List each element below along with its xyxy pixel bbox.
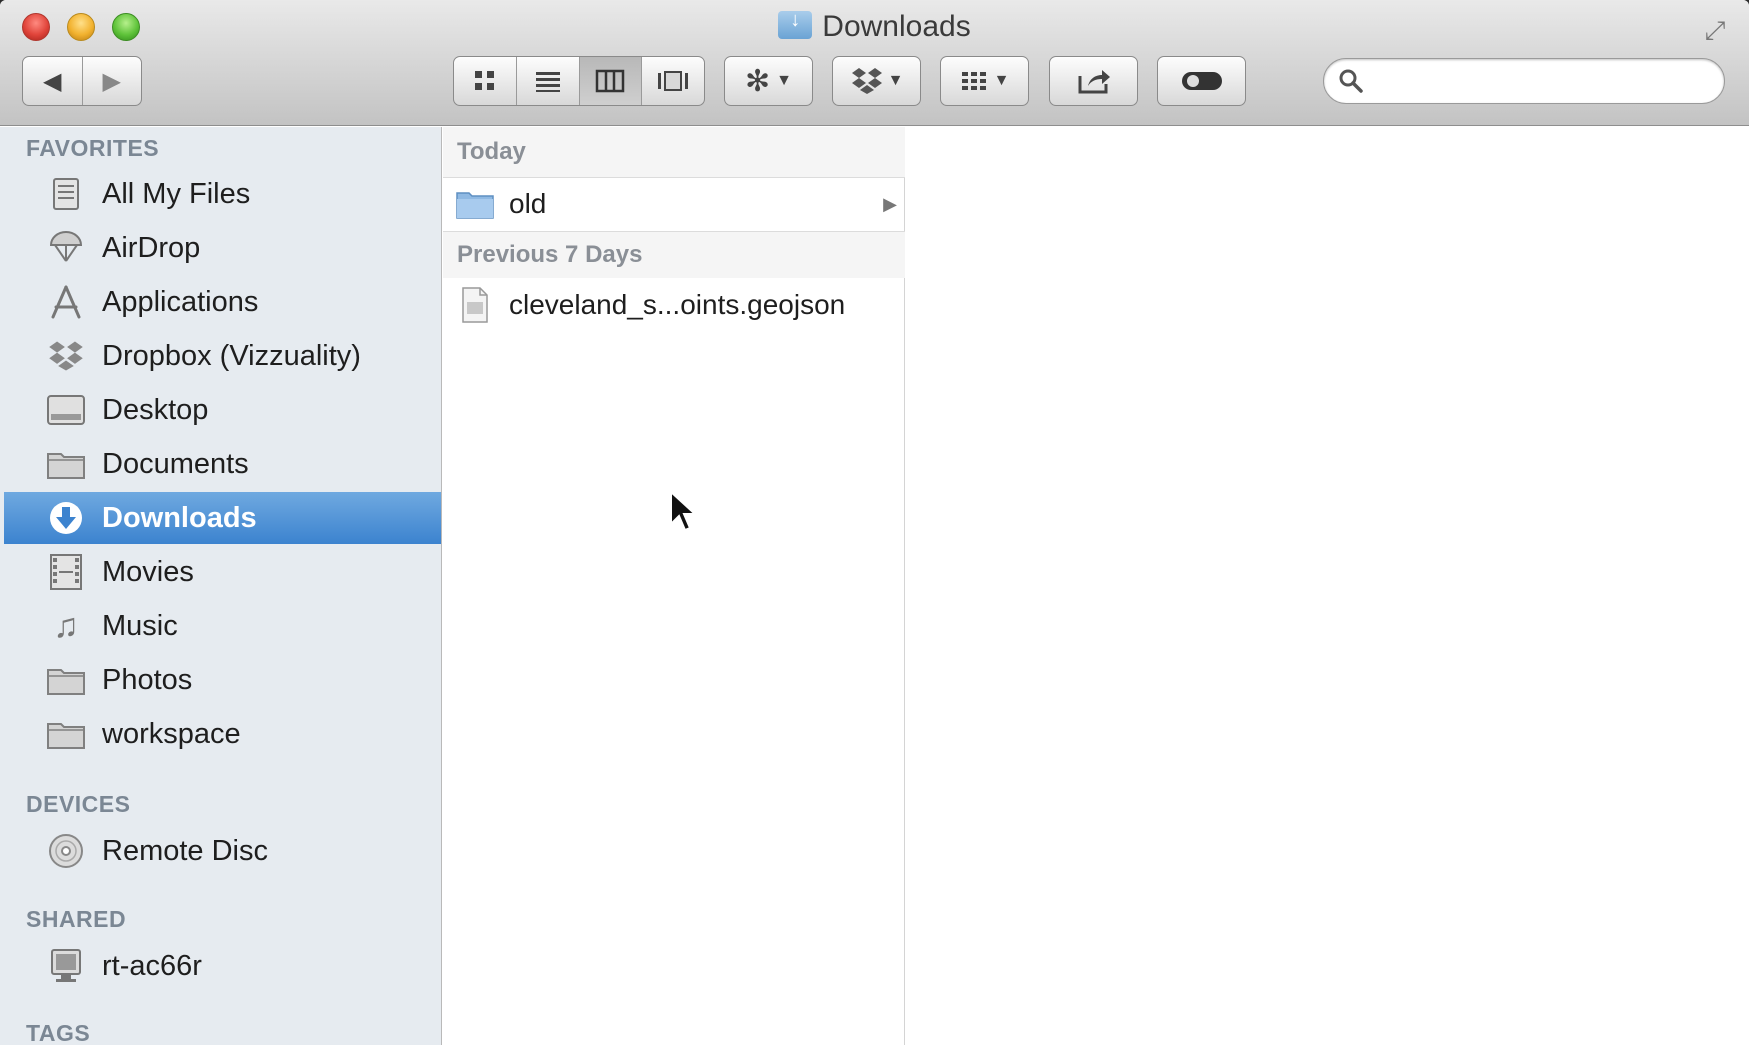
cover-flow-button[interactable]	[642, 57, 704, 105]
icon-view-button[interactable]	[454, 57, 517, 105]
sidebar-item-documents[interactable]: Documents	[4, 438, 441, 490]
arrange-menu-button[interactable]: ▼	[940, 56, 1029, 106]
folder-row-old[interactable]: old ▶	[443, 178, 905, 230]
remote-disc-icon	[44, 829, 88, 873]
sidebar-item-label: workspace	[102, 717, 241, 750]
view-mode-control	[453, 56, 705, 106]
mouse-cursor-icon	[670, 490, 698, 532]
sidebar: FAVORITES All My Files AirDrop Applicati…	[0, 127, 442, 1045]
group-header-today: Today	[443, 127, 905, 177]
group-header-previous-7-days: Previous 7 Days	[443, 232, 905, 278]
chevron-down-icon: ▼	[993, 72, 1010, 89]
sidebar-item-airdrop[interactable]: AirDrop	[4, 222, 441, 274]
sidebar-item-rt-ac66r[interactable]: rt-ac66r	[4, 940, 441, 992]
network-computer-icon	[44, 944, 88, 988]
sidebar-item-label: Movies	[102, 555, 194, 588]
share-button[interactable]	[1049, 56, 1138, 106]
dropbox-icon	[851, 68, 882, 94]
sidebar-section-devices: DEVICES	[26, 791, 131, 817]
sidebar-item-remote-disc[interactable]: Remote Disc	[4, 825, 441, 877]
back-button[interactable]: ◀	[23, 57, 83, 105]
disclosure-arrow-icon: ▶	[883, 194, 897, 214]
sidebar-item-applications[interactable]: Applications	[4, 276, 441, 328]
sidebar-item-label: Desktop	[102, 393, 209, 426]
forward-button[interactable]: ▶	[83, 57, 142, 105]
folder-icon	[44, 442, 88, 486]
movies-icon	[44, 550, 88, 594]
all-my-files-icon	[44, 172, 88, 216]
folder-icon	[44, 658, 88, 702]
chevron-down-icon: ▼	[776, 72, 792, 89]
sidebar-item-label: Music	[102, 609, 178, 642]
dropbox-menu-button[interactable]: ▼	[832, 56, 921, 106]
file-row-geojson[interactable]: cleveland_s...oints.geojson	[443, 279, 905, 331]
arrange-grid-icon	[961, 72, 986, 90]
sidebar-section-favorites: FAVORITES	[26, 135, 160, 161]
sidebar-item-label: Remote Disc	[102, 834, 268, 867]
sidebar-item-label: Downloads	[102, 501, 257, 534]
sidebar-item-label: Applications	[102, 285, 259, 318]
file-name: old	[509, 188, 547, 219]
airdrop-icon	[44, 226, 88, 270]
window-title: Downloads	[0, 9, 1749, 44]
share-icon	[1078, 70, 1110, 94]
window-title-text: Downloads	[822, 10, 971, 43]
icon-view-icon	[474, 71, 494, 90]
search-field[interactable]	[1323, 58, 1725, 104]
sidebar-item-downloads[interactable]: Downloads	[4, 492, 441, 544]
applications-icon	[44, 280, 88, 324]
folder-icon	[455, 184, 495, 224]
sidebar-section-shared: SHARED	[26, 906, 127, 932]
sidebar-item-label: rt-ac66r	[102, 949, 202, 982]
title-bar: Downloads ⤢ ◀ ▶ ✻▼	[0, 0, 1749, 126]
action-menu-button[interactable]: ✻ ▼	[724, 56, 813, 106]
sidebar-item-desktop[interactable]: Desktop	[4, 384, 441, 436]
search-input[interactable]	[1374, 65, 1714, 97]
column-view-icon	[596, 69, 625, 93]
chevron-down-icon: ▼	[887, 72, 904, 89]
desktop-icon	[44, 388, 88, 432]
sidebar-item-label: AirDrop	[102, 231, 201, 264]
cover-flow-icon	[658, 71, 689, 91]
sidebar-item-dropbox[interactable]: Dropbox (Vizzuality)	[4, 330, 441, 382]
back-forward-control: ◀ ▶	[22, 56, 142, 106]
sidebar-item-workspace[interactable]: workspace	[4, 708, 441, 760]
downloads-icon	[44, 496, 88, 540]
sidebar-section-tags: TAGS	[26, 1020, 91, 1045]
music-icon: ♫	[53, 606, 79, 645]
search-icon	[1339, 69, 1363, 93]
sidebar-item-label: Photos	[102, 663, 193, 696]
sidebar-item-photos[interactable]: Photos	[4, 654, 441, 706]
sidebar-item-music[interactable]: ♫ Music	[4, 600, 441, 652]
tags-toggle-button[interactable]	[1157, 56, 1246, 106]
sidebar-item-label: Dropbox (Vizzuality)	[102, 339, 361, 372]
column-browser-column-2	[906, 127, 1749, 1045]
finder-window: Downloads ⤢ ◀ ▶ ✻▼	[0, 0, 1749, 1045]
sidebar-item-label: Documents	[102, 447, 249, 480]
toggle-icon	[1181, 72, 1222, 90]
forward-arrow-icon: ▶	[102, 67, 121, 95]
downloads-folder-icon	[778, 9, 813, 39]
dropbox-icon	[44, 334, 88, 378]
fullscreen-icon[interactable]: ⤢	[1699, 14, 1731, 46]
column-view-button[interactable]	[579, 57, 643, 105]
list-view-icon	[535, 72, 560, 92]
sidebar-item-all-my-files[interactable]: All My Files	[4, 168, 441, 220]
back-arrow-icon: ◀	[43, 67, 62, 95]
document-icon	[455, 285, 495, 325]
folder-icon	[44, 712, 88, 756]
column-browser-column-1: Today old ▶ Previous 7 Days cleveland_s.…	[443, 127, 905, 1045]
file-name: cleveland_s...oints.geojson	[509, 289, 846, 320]
sidebar-item-label: All My Files	[102, 177, 251, 210]
list-view-button[interactable]	[517, 57, 580, 105]
sidebar-item-movies[interactable]: Movies	[4, 546, 441, 598]
gear-icon: ✻	[745, 64, 771, 98]
